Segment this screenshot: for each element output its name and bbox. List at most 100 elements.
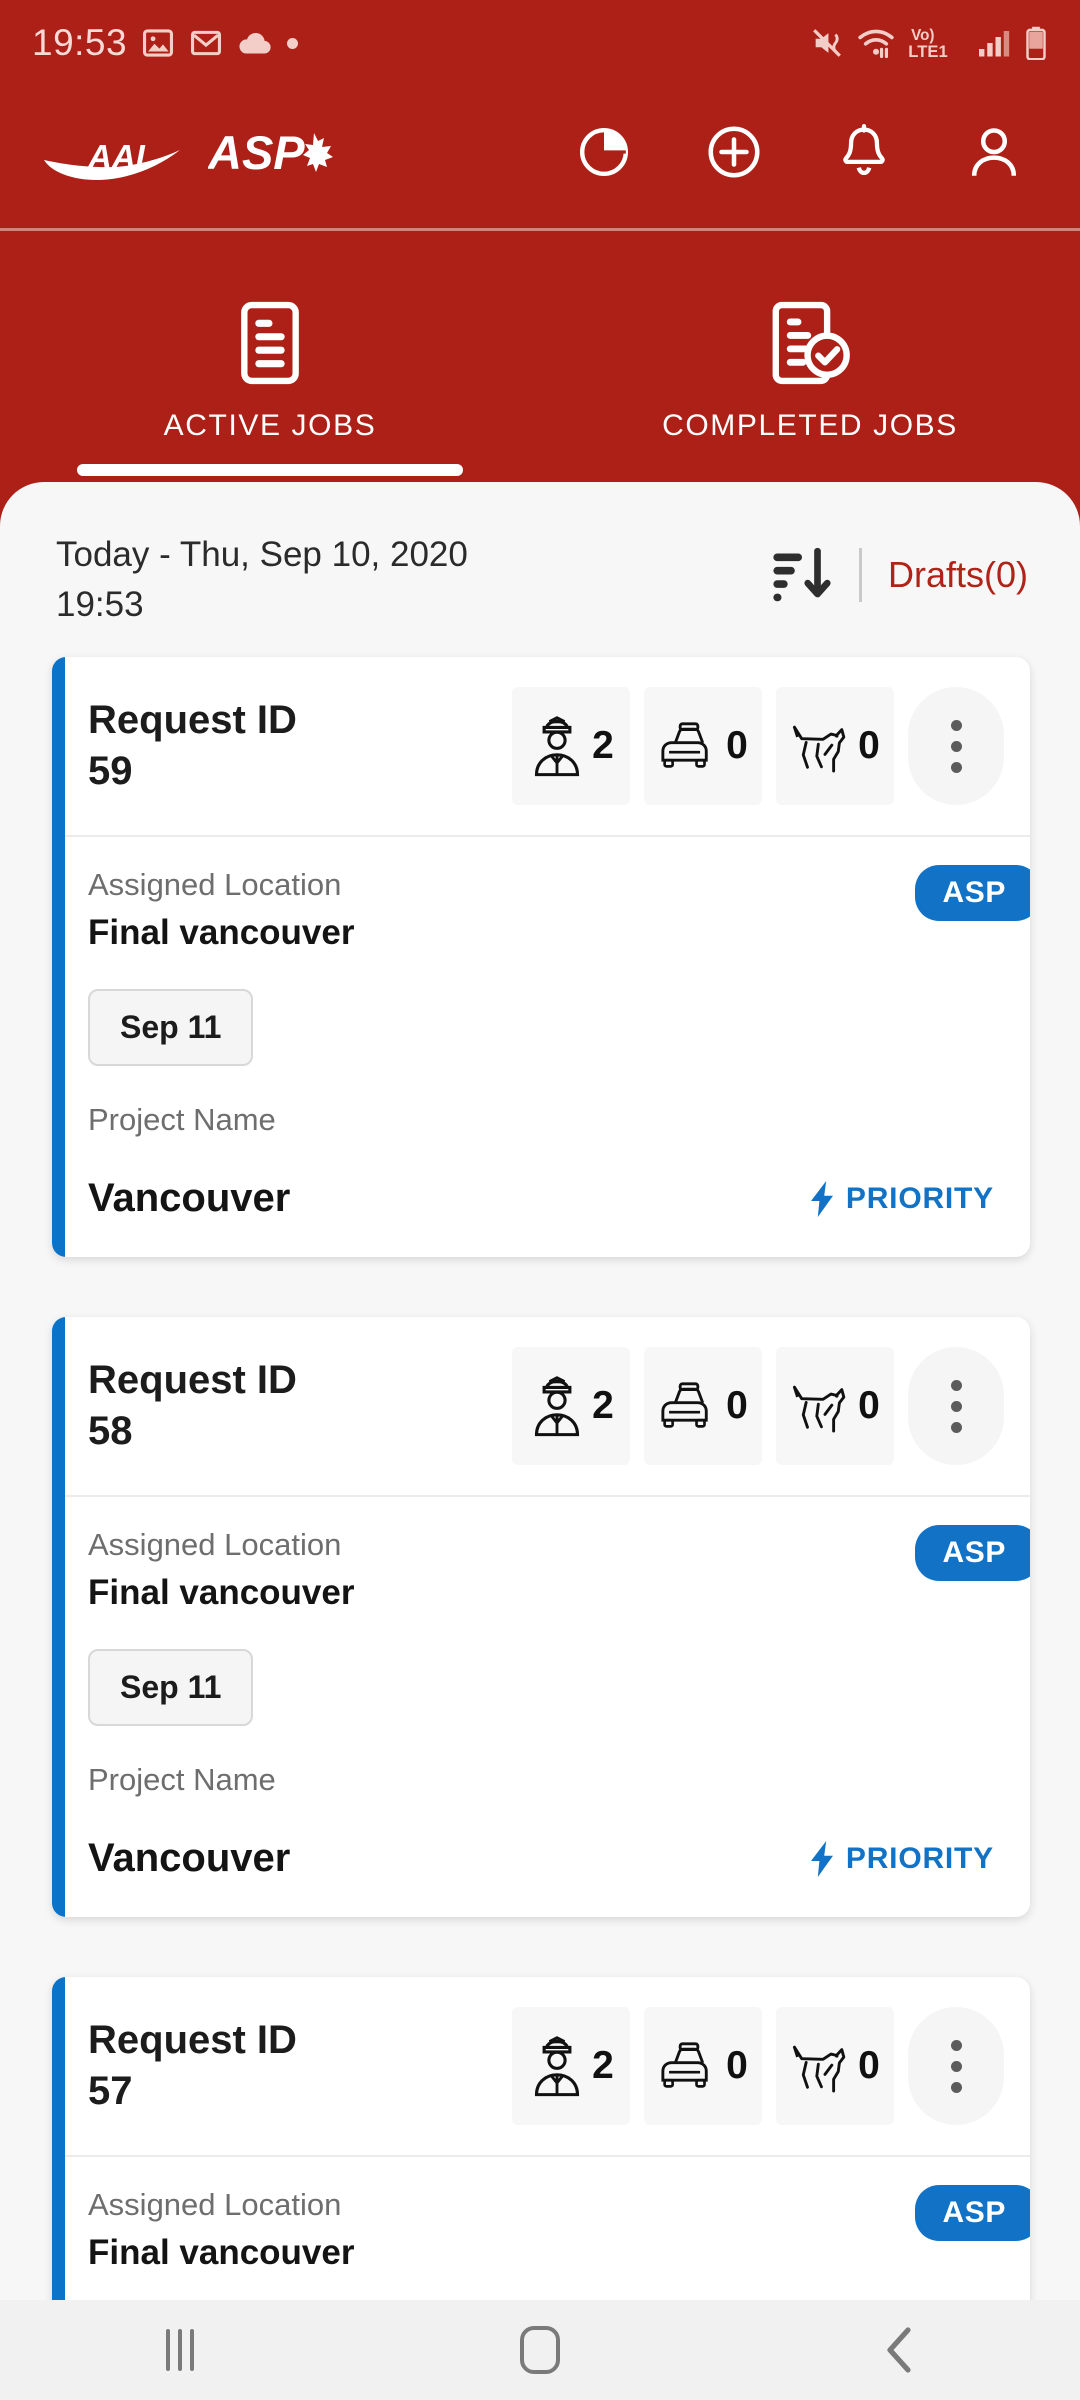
signal-bars-icon bbox=[979, 31, 1010, 57]
volte1-icon: Vo) LTE1 bbox=[908, 27, 947, 61]
priority-label: PRIORITY bbox=[845, 1182, 994, 1216]
card-overflow-menu-icon[interactable] bbox=[908, 687, 1004, 806]
date-line-1: Today - Thu, Sep 10, 2020 bbox=[56, 535, 468, 574]
police-car-icon bbox=[661, 722, 708, 769]
dog-icon bbox=[793, 2046, 846, 2093]
job-card-body: ASP Assigned Location Final vancouver Se… bbox=[52, 1497, 1030, 1917]
job-card[interactable]: Request ID 59 2 0 0 ASP Assigned Locatio… bbox=[52, 657, 1030, 1258]
date-chip[interactable]: Sep 11 bbox=[88, 1649, 254, 1727]
request-id-block: Request ID 58 bbox=[88, 1355, 297, 1457]
assigned-location-value: Final vancouver bbox=[88, 913, 355, 953]
date-chip[interactable]: Sep 11 bbox=[88, 989, 254, 1067]
person-icon[interactable] bbox=[966, 124, 1022, 180]
back-icon[interactable] bbox=[720, 2326, 1080, 2374]
status-time: 19:53 bbox=[32, 22, 128, 63]
job-card-header: Request ID 59 2 0 0 bbox=[52, 657, 1030, 838]
app-bar-actions bbox=[576, 124, 1040, 180]
tab-completed-jobs[interactable]: COMPLETED JOBS bbox=[540, 236, 1080, 486]
asp-logo-icon: ASP bbox=[208, 126, 333, 179]
android-nav-bar bbox=[0, 2300, 1080, 2400]
assigned-location-value: Final vancouver bbox=[88, 2233, 355, 2273]
battery-icon bbox=[1026, 26, 1046, 60]
dog-count[interactable]: 0 bbox=[776, 2007, 894, 2126]
request-id-value: 58 bbox=[88, 1409, 133, 1454]
vehicle-count[interactable]: 0 bbox=[644, 687, 762, 806]
lightning-bolt-icon bbox=[810, 1181, 833, 1218]
resource-counts: 2 0 0 bbox=[512, 1347, 1004, 1466]
status-bar-right: Vo) LTE1 bbox=[810, 25, 1048, 61]
job-card-list: Request ID 59 2 0 0 ASP Assigned Locatio… bbox=[0, 629, 1080, 2300]
recents-icon[interactable] bbox=[0, 2329, 360, 2371]
card-overflow-menu-icon[interactable] bbox=[908, 2007, 1004, 2126]
job-card-body: ASP Assigned Location Final vancouver Se… bbox=[52, 837, 1030, 1257]
job-card-header: Request ID 58 2 0 0 bbox=[52, 1317, 1030, 1498]
priority-badge: PRIORITY bbox=[808, 1841, 1004, 1881]
wifi-icon bbox=[858, 29, 894, 59]
guard-count-value: 2 bbox=[592, 724, 614, 768]
vehicle-count[interactable]: 0 bbox=[644, 1347, 762, 1466]
job-card[interactable]: Request ID 57 2 0 0 ASP Assigned Locatio… bbox=[52, 1977, 1030, 2300]
mute-vibrate-icon bbox=[813, 29, 841, 57]
dog-icon bbox=[793, 726, 846, 773]
guard-count[interactable]: 2 bbox=[512, 1347, 630, 1466]
job-card-header: Request ID 57 2 0 0 bbox=[52, 1977, 1030, 2158]
gmail-icon bbox=[191, 30, 222, 56]
dog-count-value: 0 bbox=[858, 2044, 880, 2088]
guard-icon bbox=[535, 2036, 580, 2097]
police-car-icon bbox=[661, 1382, 708, 1429]
project-name-label: Project Name bbox=[88, 1102, 276, 1138]
tab-active-jobs[interactable]: ACTIVE JOBS bbox=[0, 236, 540, 486]
pie-chart-icon[interactable] bbox=[576, 124, 632, 180]
vehicle-count[interactable]: 0 bbox=[644, 2007, 762, 2126]
dog-count[interactable]: 0 bbox=[776, 1347, 894, 1466]
content-sheet: Today - Thu, Sep 10, 2020 19:53 Drafts(0… bbox=[0, 482, 1080, 2300]
home-icon[interactable] bbox=[360, 2326, 720, 2374]
app-bar-divider bbox=[0, 228, 1080, 231]
guard-count[interactable]: 2 bbox=[512, 687, 630, 806]
header-divider bbox=[858, 548, 862, 602]
police-car-icon bbox=[661, 2042, 708, 2089]
tab-indicator bbox=[77, 464, 463, 476]
svg-text:ASP: ASP bbox=[208, 126, 305, 179]
project-name-value: Vancouver bbox=[88, 1836, 291, 1881]
cloud-icon bbox=[239, 32, 271, 54]
guard-count-value: 2 bbox=[592, 1384, 614, 1428]
card-overflow-menu-icon[interactable] bbox=[908, 1347, 1004, 1466]
job-card[interactable]: Request ID 58 2 0 0 ASP Assigned Locatio… bbox=[52, 1317, 1030, 1918]
guard-icon bbox=[535, 716, 580, 777]
request-id-label: Request ID bbox=[88, 698, 297, 743]
status-bar-left: 19:53 bbox=[32, 22, 299, 64]
document-lines-icon bbox=[241, 301, 299, 385]
asp-badge: ASP bbox=[914, 2185, 1030, 2242]
project-row: Vancouver PRIORITY bbox=[88, 1176, 1004, 1221]
vehicle-count-value: 0 bbox=[726, 1384, 748, 1428]
sheet-header: Today - Thu, Sep 10, 2020 19:53 Drafts(0… bbox=[0, 482, 1080, 629]
date-line-2: 19:53 bbox=[56, 584, 144, 624]
document-check-icon bbox=[772, 301, 850, 385]
app-root: 19:53 Vo) LTE1 AAI ASP ACTIVE JOBS COMPL… bbox=[0, 0, 1080, 2400]
guard-count[interactable]: 2 bbox=[512, 2007, 630, 2126]
resource-counts: 2 0 0 bbox=[512, 687, 1004, 806]
assigned-location-value: Final vancouver bbox=[88, 1573, 355, 1613]
vehicle-count-value: 0 bbox=[726, 724, 748, 768]
drafts-link[interactable]: Drafts(0) bbox=[888, 554, 1028, 596]
project-row: Vancouver PRIORITY bbox=[88, 1836, 1004, 1881]
dog-count[interactable]: 0 bbox=[776, 687, 894, 806]
bell-icon[interactable] bbox=[836, 124, 892, 180]
asp-badge: ASP bbox=[914, 865, 1030, 922]
sheet-header-actions: Drafts(0) bbox=[771, 530, 1028, 606]
guard-icon bbox=[535, 1376, 580, 1437]
tab-bar: ACTIVE JOBS COMPLETED JOBS bbox=[0, 236, 1080, 486]
add-circle-icon[interactable] bbox=[706, 124, 762, 180]
project-name-label: Project Name bbox=[88, 1762, 276, 1798]
vehicle-count-value: 0 bbox=[726, 2044, 748, 2088]
tab-completed-jobs-label: COMPLETED JOBS bbox=[662, 409, 958, 442]
guard-count-value: 2 bbox=[592, 2044, 614, 2088]
status-bar: 19:53 Vo) LTE1 bbox=[0, 0, 1080, 86]
sort-descending-icon[interactable] bbox=[771, 544, 833, 606]
request-id-label: Request ID bbox=[88, 2018, 297, 2063]
request-id-label: Request ID bbox=[88, 1358, 297, 1403]
priority-label: PRIORITY bbox=[845, 1842, 994, 1876]
date-block: Today - Thu, Sep 10, 2020 19:53 bbox=[56, 530, 468, 629]
svg-text:AAI: AAI bbox=[87, 138, 146, 175]
